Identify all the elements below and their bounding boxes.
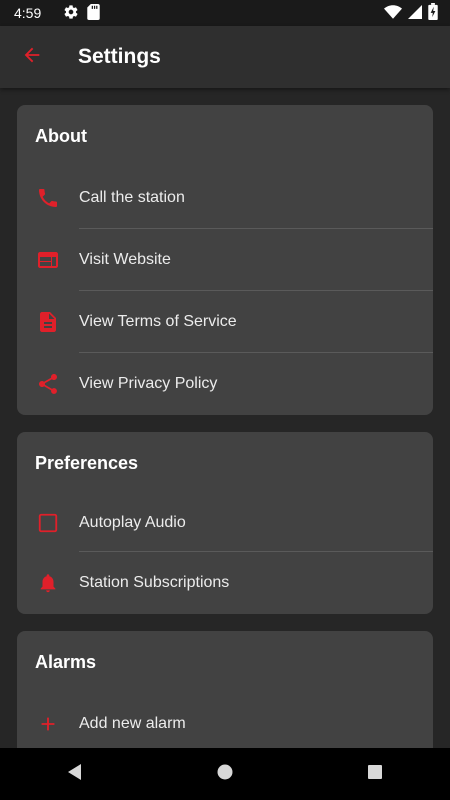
wifi-icon (384, 4, 402, 22)
about-section-title: About (35, 126, 87, 146)
share-icon (17, 353, 79, 415)
terms-of-service-label: View Terms of Service (79, 313, 237, 330)
back-triangle-icon (66, 763, 84, 786)
status-left: 4:59 (14, 3, 100, 23)
document-icon (17, 291, 79, 353)
web-icon (17, 229, 79, 291)
nav-recents-button[interactable] (345, 748, 405, 800)
signal-icon (408, 4, 422, 22)
alarms-section-title: Alarms (35, 652, 97, 672)
alarms-card: Alarms Add new alarm (17, 631, 433, 748)
settings-content[interactable]: About Call the station Visit Website Vie… (0, 88, 450, 748)
nav-back-button[interactable] (45, 748, 105, 800)
nav-home-button[interactable] (195, 748, 255, 800)
station-subscriptions-label: Station Subscriptions (79, 574, 230, 591)
status-right (384, 3, 438, 23)
add-alarm-item[interactable]: Add new alarm (17, 693, 433, 748)
status-time: 4:59 (14, 5, 42, 21)
preferences-section-title: Preferences (35, 453, 139, 473)
system-nav-bar (0, 748, 450, 800)
page-title: Settings (78, 45, 161, 68)
add-alarm-label: Add new alarm (79, 715, 186, 732)
preferences-card: Preferences Autoplay Audio Station Subsc… (17, 432, 433, 614)
bell-icon (17, 552, 79, 614)
battery-charging-icon (428, 3, 438, 23)
checkbox-icon[interactable] (17, 494, 79, 552)
home-circle-icon (216, 763, 234, 786)
call-station-item[interactable]: Call the station (17, 167, 433, 229)
recents-square-icon (367, 764, 383, 785)
call-station-label: Call the station (79, 189, 185, 206)
visit-website-label: Visit Website (79, 251, 171, 268)
station-subscriptions-item[interactable]: Station Subscriptions (17, 552, 433, 614)
terms-of-service-item[interactable]: View Terms of Service (17, 291, 433, 353)
sd-card-icon (87, 3, 100, 23)
app-bar: Settings (0, 26, 450, 88)
gear-icon (63, 4, 79, 23)
back-button[interactable] (0, 26, 64, 88)
phone-icon (17, 167, 79, 229)
privacy-policy-label: View Privacy Policy (79, 375, 218, 392)
about-card: About Call the station Visit Website Vie… (17, 105, 433, 415)
visit-website-item[interactable]: Visit Website (17, 229, 433, 291)
plus-icon (17, 693, 79, 748)
autoplay-audio-item[interactable]: Autoplay Audio (17, 494, 433, 552)
status-bar: 4:59 (0, 0, 450, 26)
arrow-back-icon (21, 44, 43, 71)
autoplay-audio-label: Autoplay Audio (79, 514, 186, 531)
privacy-policy-item[interactable]: View Privacy Policy (17, 353, 433, 415)
